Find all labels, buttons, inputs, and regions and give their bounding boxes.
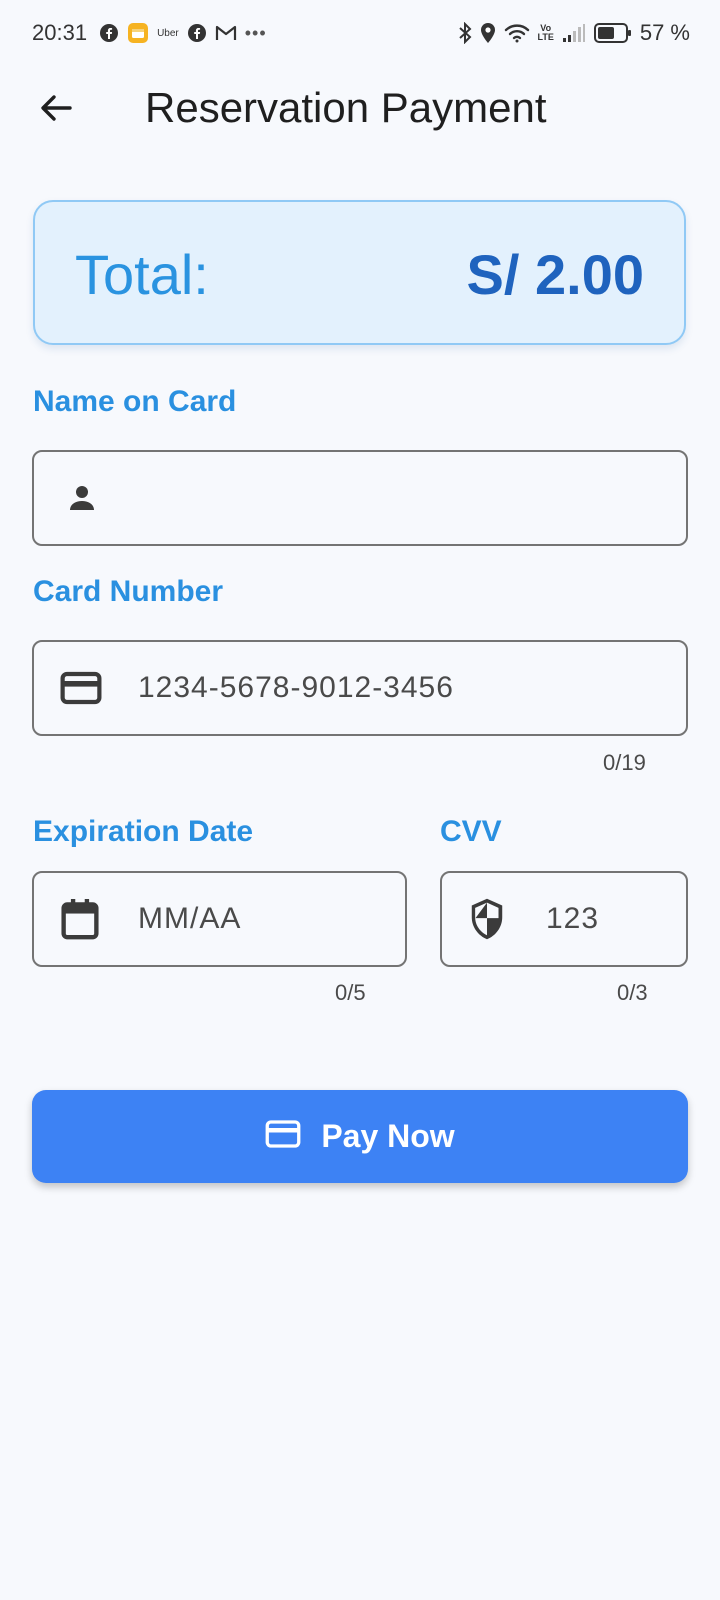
calendar-icon	[60, 897, 100, 941]
expiration-date-counter: 0/5	[335, 980, 366, 1005]
total-card: Total: S/ 2.00	[33, 200, 686, 345]
shield-icon	[468, 897, 506, 941]
status-bar: 20:31 Uber ••• Vo LTE 57 %	[0, 0, 720, 70]
app-bar: Reservation Payment	[0, 70, 720, 150]
signal-icon	[562, 23, 586, 43]
payment-card-icon	[265, 1119, 301, 1154]
card-number-field[interactable]: 1234-5678-9012-3456	[32, 640, 688, 736]
facebook-icon	[99, 23, 119, 43]
status-time: 20:31	[32, 20, 88, 45]
wifi-icon	[504, 23, 530, 43]
battery-icon	[593, 22, 632, 44]
cvv-label: CVV	[440, 815, 502, 848]
more-notifications-icon: •••	[244, 22, 267, 43]
status-left: 20:31 Uber •••	[32, 20, 267, 46]
expiration-date-placeholder: MM/AA	[138, 902, 242, 935]
total-amount: S/ 2.00	[466, 243, 644, 306]
volte-bottom: LTE	[537, 32, 554, 42]
battery-percentage: 57 %	[639, 20, 690, 45]
expiration-date-label: Expiration Date	[33, 815, 254, 848]
credit-card-icon	[60, 670, 102, 706]
location-icon	[480, 22, 496, 44]
cvv-placeholder: 123	[546, 902, 600, 935]
cvv-counter: 0/3	[617, 980, 648, 1005]
volte-indicator: Vo LTE	[538, 24, 554, 42]
back-arrow-icon	[38, 90, 74, 131]
pay-now-button[interactable]: Pay Now	[32, 1090, 688, 1183]
uber-icon: Uber	[157, 27, 179, 39]
wallet-app-icon	[127, 22, 149, 44]
facebook-icon	[187, 23, 207, 43]
name-on-card-label: Name on Card	[33, 385, 237, 418]
card-number-counter: 0/19	[603, 750, 646, 775]
status-right: Vo LTE 57 %	[458, 20, 690, 46]
back-button[interactable]	[36, 90, 76, 130]
expiration-date-field[interactable]: MM/AA	[32, 871, 407, 967]
page-title: Reservation Payment	[145, 84, 547, 131]
total-label: Total:	[75, 243, 209, 306]
gmail-icon	[215, 24, 237, 42]
pay-now-label: Pay Now	[321, 1118, 455, 1154]
bluetooth-icon	[458, 22, 472, 44]
card-number-placeholder: 1234-5678-9012-3456	[138, 671, 454, 704]
name-on-card-field[interactable]	[32, 450, 688, 546]
person-icon	[64, 480, 100, 516]
card-number-label: Card Number	[33, 575, 224, 608]
cvv-field[interactable]: 123	[440, 871, 688, 967]
